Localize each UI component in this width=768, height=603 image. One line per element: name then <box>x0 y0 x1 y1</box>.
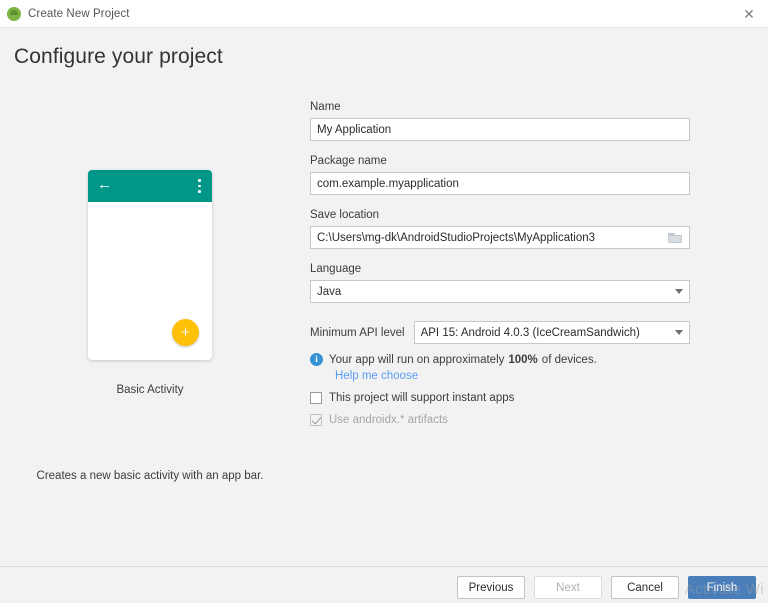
name-label: Name <box>310 101 341 113</box>
project-config-form: Name My Application Package name com.exa… <box>310 101 690 426</box>
preview-app-bar: ← <box>88 170 212 202</box>
language-field-group: Language Java <box>310 263 690 303</box>
package-name-label: Package name <box>310 155 387 167</box>
phone-preview: ← + <box>88 170 212 360</box>
device-coverage-prefix: Your app will run on approximately <box>329 353 505 366</box>
chevron-down-icon <box>675 289 683 294</box>
instant-apps-checkbox[interactable] <box>310 392 322 404</box>
name-field-group: Name My Application <box>310 101 690 141</box>
min-api-select-value: API 15: Android 4.0.3 (IceCreamSandwich) <box>420 326 640 339</box>
save-location-label: Save location <box>310 209 380 221</box>
folder-icon[interactable] <box>668 232 683 244</box>
dialog-title: Create New Project <box>28 7 130 20</box>
dialog-footer: Previous Next Cancel Finish <box>457 576 756 599</box>
androidx-checkbox-row: Use androidx.* artifacts <box>310 414 690 426</box>
dialog-titlebar: Create New Project ✕ <box>0 0 768 28</box>
instant-apps-label: This project will support instant apps <box>329 392 515 404</box>
package-name-input-value: com.example.myapplication <box>317 177 459 190</box>
device-coverage-suffix: of devices. <box>541 353 597 366</box>
help-me-choose-link[interactable]: Help me choose <box>335 370 690 382</box>
cancel-button[interactable]: Cancel <box>611 576 679 599</box>
instant-apps-checkbox-row[interactable]: This project will support instant apps <box>310 392 690 404</box>
back-arrow-icon: ← <box>97 176 112 193</box>
language-select[interactable]: Java <box>310 280 690 303</box>
package-name-input[interactable]: com.example.myapplication <box>310 172 690 195</box>
device-coverage-percent: 100% <box>508 353 538 366</box>
overflow-menu-icon <box>198 179 201 194</box>
chevron-down-icon <box>675 330 683 335</box>
next-button: Next <box>534 576 602 599</box>
min-api-select[interactable]: API 15: Android 4.0.3 (IceCreamSandwich) <box>413 321 690 344</box>
close-icon[interactable]: ✕ <box>730 0 768 27</box>
name-input[interactable]: My Application <box>310 118 690 141</box>
footer-divider <box>0 566 768 567</box>
android-icon <box>7 6 21 21</box>
androidx-label: Use androidx.* artifacts <box>329 414 448 426</box>
activity-name-label: Basic Activity <box>116 384 184 396</box>
name-input-value: My Application <box>317 123 392 136</box>
language-select-value: Java <box>317 285 342 298</box>
androidx-checkbox <box>310 414 322 426</box>
language-label: Language <box>310 263 362 275</box>
min-api-field-group: Minimum API level API 15: Android 4.0.3 … <box>310 321 690 344</box>
info-icon: i <box>310 353 323 366</box>
previous-button[interactable]: Previous <box>457 576 525 599</box>
activity-description: Creates a new basic activity with an app… <box>36 470 264 482</box>
finish-button[interactable]: Finish <box>688 576 756 599</box>
save-location-input-value: C:\Users\mg-dk\AndroidStudioProjects\MyA… <box>317 231 596 244</box>
device-coverage-info: i Your app will run on approximately 100… <box>310 353 690 366</box>
min-api-label: Minimum API level <box>310 326 405 339</box>
page-title: Configure your project <box>14 45 223 68</box>
save-location-input[interactable]: C:\Users\mg-dk\AndroidStudioProjects\MyA… <box>310 226 690 249</box>
floating-action-button-icon: + <box>172 319 199 346</box>
save-location-field-group: Save location C:\Users\mg-dk\AndroidStud… <box>310 209 690 249</box>
package-field-group: Package name com.example.myapplication <box>310 155 690 195</box>
activity-preview-pane: ← + Basic Activity Creates a new basic a… <box>0 90 300 482</box>
